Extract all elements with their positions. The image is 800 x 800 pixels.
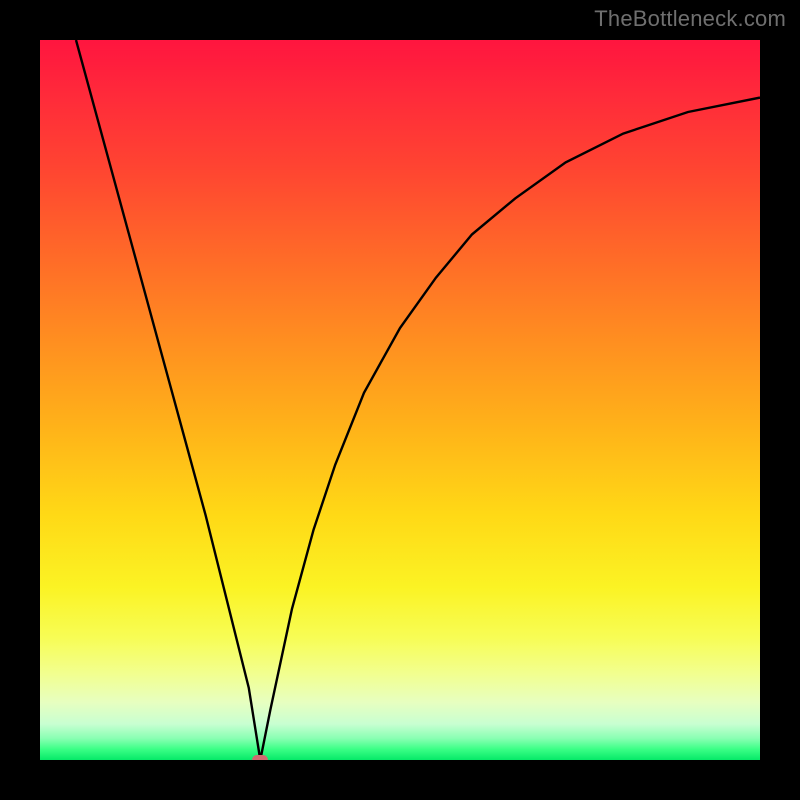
- watermark-text: TheBottleneck.com: [594, 6, 786, 32]
- curve-svg: [40, 40, 760, 760]
- minimum-marker: [252, 755, 268, 760]
- bottleneck-curve-path: [76, 40, 760, 760]
- chart-frame: TheBottleneck.com: [0, 0, 800, 800]
- plot-area: [40, 40, 760, 760]
